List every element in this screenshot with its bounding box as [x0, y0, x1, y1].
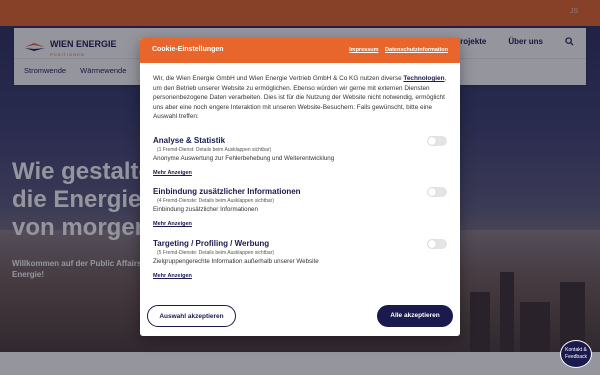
- section-note: (5 Fremd-Dienste: Details beim Ausklappe…: [157, 250, 274, 256]
- analyse-toggle[interactable]: [427, 136, 447, 146]
- section-description: Anonyme Auswertung zur Fehlerbehebung un…: [153, 155, 335, 162]
- einbindung-toggle[interactable]: [427, 187, 447, 197]
- cookie-dialog: Cookie-Einstellungen Impressum Datenschu…: [140, 38, 460, 336]
- cookie-dialog-header: Cookie-Einstellungen Impressum Datenschu…: [140, 38, 460, 63]
- section-description: Zielgruppengerechte Information außerhal…: [153, 258, 319, 265]
- cookie-section-targeting: Targeting / Profiling / Werbung (5 Fremd…: [153, 239, 447, 279]
- section-note: (1 Fremd-Dienst: Details beim Ausklappen…: [157, 147, 272, 153]
- more-link[interactable]: Mehr Anzeigen: [153, 170, 447, 176]
- impressum-link[interactable]: Impressum: [349, 47, 378, 53]
- privacy-link[interactable]: Datenschutzinformation: [385, 47, 448, 53]
- more-link[interactable]: Mehr Anzeigen: [153, 221, 447, 227]
- section-note: (4 Fremd-Dienste: Details beim Ausklappe…: [157, 198, 274, 204]
- cookie-section-analyse: Analyse & Statistik (1 Fremd-Dienst: Det…: [153, 136, 447, 176]
- section-title: Analyse & Statistik: [153, 136, 226, 145]
- technologien-link[interactable]: Technologien: [403, 75, 444, 82]
- cookie-section-einbindung: Einbindung zusätzlicher Informationen (4…: [153, 187, 447, 227]
- cookie-intro-text: Wir, die Wien Energie GmbH und Wien Ener…: [153, 75, 447, 120]
- section-title: Einbindung zusätzlicher Informationen: [153, 187, 301, 196]
- cookie-dialog-title: Cookie-Einstellungen: [152, 46, 224, 53]
- section-title: Targeting / Profiling / Werbung: [153, 239, 270, 248]
- accept-selection-button[interactable]: Auswahl akzeptieren: [147, 305, 236, 327]
- section-description: Einbindung zusätzlicher Informationen: [153, 206, 258, 213]
- targeting-toggle[interactable]: [427, 239, 447, 249]
- contact-feedback-button[interactable]: Kontakt & Feedback: [560, 340, 592, 368]
- accept-all-button[interactable]: Alle akzeptieren: [377, 305, 453, 327]
- more-link[interactable]: Mehr Anzeigen: [153, 273, 447, 279]
